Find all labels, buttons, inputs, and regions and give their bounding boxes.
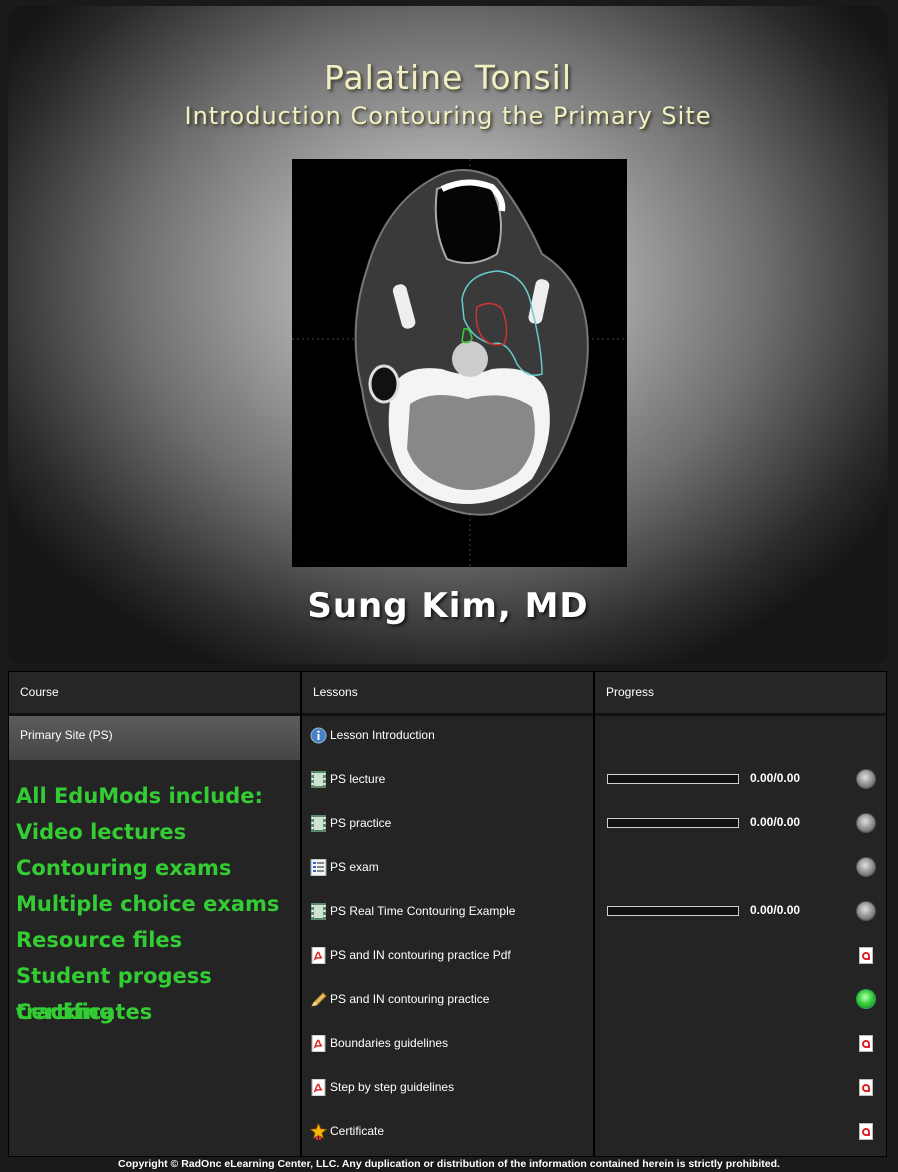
pencil-icon [310, 991, 327, 1008]
feature-item: Certificates [16, 1000, 153, 1024]
status-indicator [857, 902, 875, 920]
lesson-label: Step by step guidelines [330, 1080, 455, 1094]
banner-title: Palatine Tonsil [323, 58, 573, 97]
progress-row [595, 1078, 888, 1098]
lesson-label: PS exam [330, 860, 379, 874]
lesson-certificate[interactable]: Certificate [309, 1121, 385, 1141]
lesson-ps-practice[interactable]: PS practice [310, 813, 391, 833]
status-indicator [857, 858, 875, 876]
pdf-icon[interactable] [859, 1035, 873, 1052]
progress-bar [607, 818, 739, 828]
progress-score: 0.00/0.00 [750, 771, 801, 785]
feature-item: Resource files [16, 928, 183, 952]
feature-item: Contouring exams [16, 856, 232, 880]
lesson-boundaries-guidelines[interactable]: Boundaries guidelines [310, 1033, 448, 1053]
pdf-icon[interactable] [859, 1079, 873, 1096]
pdf-icon [310, 946, 327, 964]
lesson-introduction[interactable]: Lesson Introduction [310, 725, 435, 745]
course-header: Course [9, 672, 300, 716]
progress-row: 0.00/0.00 [595, 770, 888, 790]
progress-header: Progress [595, 672, 886, 716]
progress-row [595, 946, 888, 966]
progress-row: 0.00/0.00 [595, 902, 888, 922]
status-indicator [857, 814, 875, 832]
feature-item: Multiple choice exams [16, 892, 280, 916]
feature-item: All EduMods include: [16, 784, 263, 808]
film-icon [310, 902, 327, 920]
progress-row [595, 990, 888, 1010]
progress-bar [607, 906, 739, 916]
lesson-label: PS lecture [330, 772, 386, 786]
feature-item: Student progess tracking [16, 964, 212, 1024]
lesson-ps-in-contouring-practice[interactable]: PS and IN contouring practice [310, 989, 489, 1009]
course-item-primary-site[interactable]: Primary Site (PS) [9, 716, 300, 760]
feature-list: All EduMods include: Video lectures Cont… [9, 760, 300, 1030]
course-column: Course Primary Site (PS) All EduMods inc… [8, 671, 301, 1157]
film-icon [310, 814, 327, 832]
progress-score: 0.00/0.00 [750, 903, 801, 917]
lessons-column: Lessons Lesson Introduction PS lecture P… [301, 671, 594, 1157]
banner-author: Sung Kim, MD [307, 586, 589, 626]
lesson-label: Boundaries guidelines [330, 1036, 449, 1050]
lesson-label: PS and IN contouring practice [330, 992, 490, 1006]
lesson-ps-real-time-contouring[interactable]: PS Real Time Contouring Example [310, 901, 515, 921]
status-indicator [857, 770, 875, 788]
lesson-ps-lecture[interactable]: PS lecture [310, 769, 385, 789]
checklist-icon [310, 858, 327, 876]
star-icon [309, 1122, 328, 1140]
banner-subtitle: Introduction Contouring the Primary Site [184, 102, 712, 130]
pdf-icon[interactable] [859, 1123, 873, 1140]
progress-row [595, 1122, 888, 1142]
film-icon [310, 770, 327, 788]
ct-scan-image [292, 159, 627, 567]
pdf-icon [310, 1034, 327, 1052]
course-banner: Palatine Tonsil Introduction Contouring … [8, 6, 888, 664]
progress-bar [607, 774, 739, 784]
lesson-label: Lesson Introduction [330, 728, 435, 742]
lesson-label: PS Real Time Contouring Example [330, 904, 516, 918]
progress-column: Progress 0.00/0.00 0.00/0.00 0.00/0.00 [594, 671, 887, 1157]
pdf-icon [310, 1078, 327, 1096]
feature-item: Video lectures [16, 820, 187, 844]
pdf-icon[interactable] [859, 947, 873, 964]
lesson-label: Certificate [330, 1124, 385, 1138]
lesson-label: PS and IN contouring practice Pdf [330, 948, 511, 962]
progress-row [595, 1034, 888, 1054]
progress-score: 0.00/0.00 [750, 815, 801, 829]
status-indicator [857, 990, 875, 1008]
lesson-ps-exam[interactable]: PS exam [310, 857, 379, 877]
progress-row: 0.00/0.00 [595, 814, 888, 834]
info-icon [310, 727, 327, 744]
lesson-label: PS practice [330, 816, 392, 830]
progress-row [595, 858, 888, 878]
copyright-footer: Copyright © RadOnc eLearning Center, LLC… [118, 1158, 780, 1170]
lesson-step-by-step-guidelines[interactable]: Step by step guidelines [310, 1077, 454, 1097]
lessons-header: Lessons [302, 672, 593, 716]
lesson-ps-in-contouring-pdf[interactable]: PS and IN contouring practice Pdf [310, 945, 511, 965]
